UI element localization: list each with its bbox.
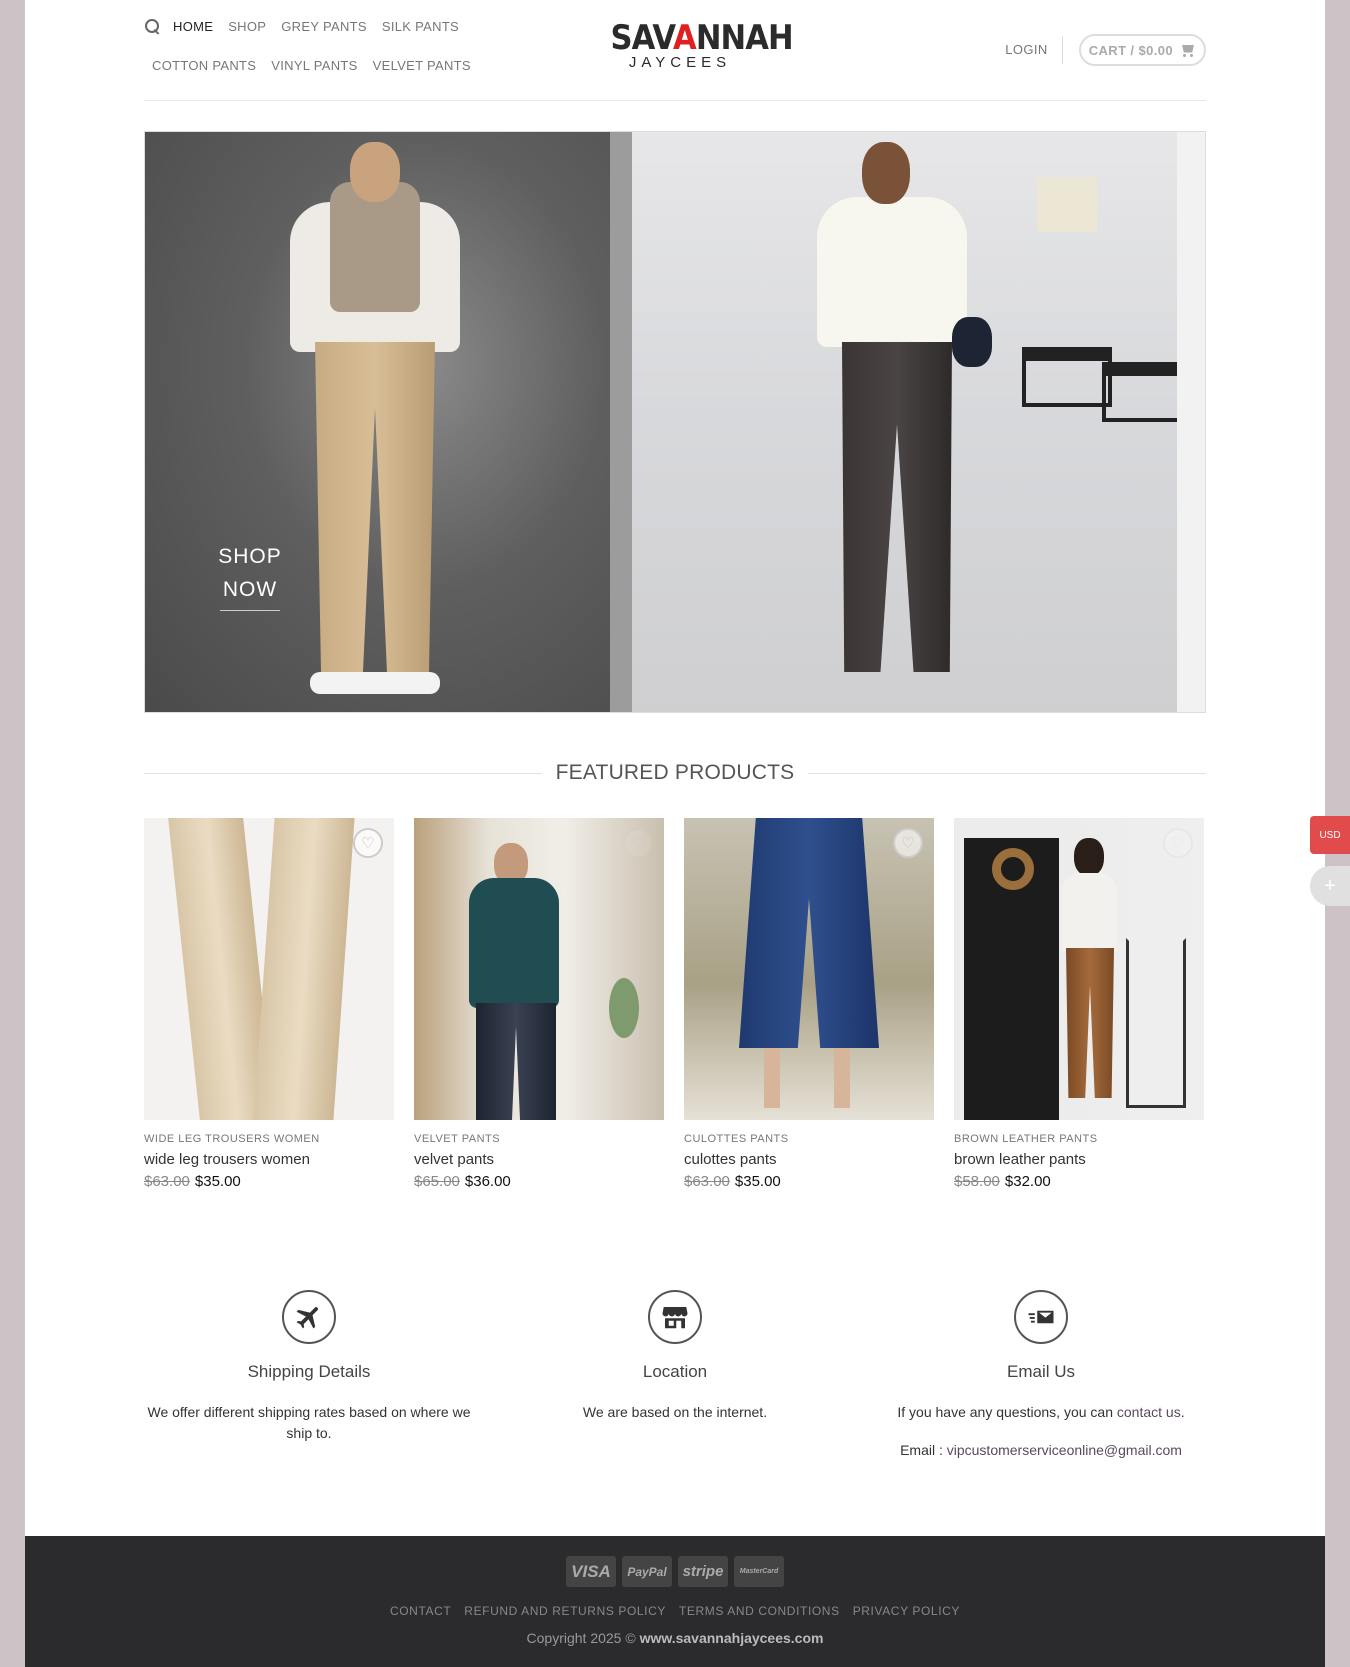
product-name[interactable]: wide leg trousers women [144, 1151, 394, 1168]
product-price: $63.00 $35.00 [144, 1173, 241, 1190]
nav-grey-pants[interactable]: GREY PANTS [281, 19, 367, 34]
copyright: Copyright 2025 © www.savannahjaycees.com [526, 1630, 824, 1646]
nav-home[interactable]: HOME [173, 19, 213, 34]
logo-wordmark: SAVANNAH [610, 18, 794, 58]
info-shipping: Shipping Details We offer different ship… [144, 1290, 474, 1461]
product-category[interactable]: CULOTTES PANTS [684, 1133, 934, 1145]
product-image[interactable]: ♡ [414, 818, 664, 1120]
footer-nav: CONTACT REFUND AND RETURNS POLICY TERMS … [25, 1604, 1325, 1618]
store-icon [648, 1290, 702, 1344]
site-header: HOME SHOP GREY PANTS SILK PANTS COTTON P… [144, 0, 1206, 101]
info-title: Shipping Details [247, 1362, 371, 1381]
shop-now-button[interactable]: SHOP NOW [205, 540, 295, 611]
mail-icon [1014, 1290, 1068, 1344]
product-price: $65.00 $36.00 [414, 1173, 511, 1190]
heart-icon[interactable]: ♡ [1163, 828, 1193, 858]
info-text: We are based on the internet. [582, 1404, 768, 1420]
search-icon[interactable] [144, 18, 160, 34]
product-category[interactable]: VELVET PANTS [414, 1133, 664, 1145]
hero-image-men: SHOP NOW [145, 132, 610, 712]
product-name[interactable]: velvet pants [414, 1151, 664, 1168]
product-image[interactable]: ♡ [144, 818, 394, 1120]
hero-image-women [632, 132, 1205, 712]
product-category[interactable]: BROWN LEATHER PANTS [954, 1133, 1204, 1145]
info-title: Email Us [1006, 1362, 1075, 1381]
featured-heading: FEATURED PRODUCTS [144, 758, 1206, 788]
product-card[interactable]: ♡ BROWN LEATHER PANTS brown leather pant… [954, 818, 1204, 1190]
info-email-line: Email : vipcustomerserviceonline@gmail.c… [900, 1442, 1182, 1458]
mastercard-icon: MasterCard [734, 1556, 784, 1587]
stripe-icon: stripe [678, 1556, 728, 1587]
hero-model-man [265, 142, 485, 702]
footer-link-privacy[interactable]: PRIVACY POLICY [853, 1604, 960, 1618]
product-card[interactable]: ♡ CULOTTES PANTS culottes pants $63.00 $3… [684, 818, 934, 1190]
nav-velvet-pants[interactable]: VELVET PANTS [373, 58, 471, 73]
site-footer: VISA PayPal stripe MasterCard CONTACT RE… [25, 1536, 1325, 1667]
product-price: $58.00 $32.00 [954, 1173, 1051, 1190]
currency-switcher[interactable]: USD [1310, 816, 1350, 854]
info-section: Shipping Details We offer different ship… [144, 1290, 1206, 1461]
info-text: If you have any questions, you can conta… [897, 1404, 1185, 1420]
product-card[interactable]: ♡ WIDE LEG TROUSERS WOMEN wide leg trous… [144, 818, 394, 1190]
hero-banner[interactable]: SHOP NOW [144, 131, 1206, 713]
cart-label: CART / $0.00 [1088, 42, 1173, 58]
share-icon[interactable]: + [1310, 866, 1350, 906]
product-name[interactable]: brown leather pants [954, 1151, 1204, 1168]
login-link[interactable]: LOGIN [1005, 36, 1063, 64]
product-name[interactable]: culottes pants [684, 1151, 934, 1168]
main-nav: HOME SHOP GREY PANTS SILK PANTS [144, 18, 474, 34]
heart-icon[interactable]: ♡ [353, 828, 383, 858]
payment-icons: VISA PayPal stripe MasterCard [25, 1556, 1325, 1587]
info-location: Location We are based on the internet. [510, 1290, 840, 1461]
nav-shop[interactable]: SHOP [228, 19, 266, 34]
nav-vinyl-pants[interactable]: VINYL PANTS [271, 58, 357, 73]
info-email: Email Us If you have any questions, you … [876, 1290, 1206, 1461]
product-card[interactable]: ♡ VELVET PANTS velvet pants $65.00 $36.00 [414, 818, 664, 1190]
site-logo[interactable]: SAVANNAH JAYCEES [603, 18, 794, 71]
cart-icon [1180, 44, 1196, 57]
heart-icon[interactable]: ♡ [893, 828, 923, 858]
page-wrapper: HOME SHOP GREY PANTS SILK PANTS COTTON P… [25, 0, 1325, 1667]
nav-silk-pants[interactable]: SILK PANTS [382, 19, 459, 34]
product-price: $63.00 $35.00 [684, 1173, 781, 1190]
copyright-site-link[interactable]: www.savannahjaycees.com [640, 1630, 824, 1646]
paypal-icon: PayPal [622, 1556, 672, 1587]
featured-title: FEATURED PRODUCTS [555, 761, 795, 784]
footer-link-terms[interactable]: TERMS AND CONDITIONS [679, 1604, 840, 1618]
secondary-nav: COTTON PANTS VINYL PANTS VELVET PANTS [152, 58, 486, 73]
airplane-icon [282, 1290, 336, 1344]
hero-model-woman [802, 142, 1002, 702]
product-category[interactable]: WIDE LEG TROUSERS WOMEN [144, 1133, 394, 1145]
footer-link-refund[interactable]: REFUND AND RETURNS POLICY [464, 1604, 666, 1618]
footer-link-contact[interactable]: CONTACT [390, 1604, 451, 1618]
heart-icon[interactable]: ♡ [623, 828, 653, 858]
product-image[interactable]: ♡ [684, 818, 934, 1120]
email-link[interactable]: vipcustomerserviceonline@gmail.com [947, 1442, 1182, 1458]
product-grid: ♡ WIDE LEG TROUSERS WOMEN wide leg trous… [144, 818, 1206, 1190]
info-text: We offer different shipping rates based … [147, 1404, 471, 1441]
contact-us-link[interactable]: contact us [1117, 1404, 1181, 1420]
cart-button[interactable]: CART / $0.00 [1078, 34, 1206, 66]
nav-cotton-pants[interactable]: COTTON PANTS [152, 58, 256, 73]
header-account: LOGIN CART / $0.00 [1005, 34, 1206, 66]
info-title: Location [642, 1362, 708, 1381]
visa-icon: VISA [566, 1556, 616, 1587]
product-image[interactable]: ♡ [954, 818, 1204, 1120]
